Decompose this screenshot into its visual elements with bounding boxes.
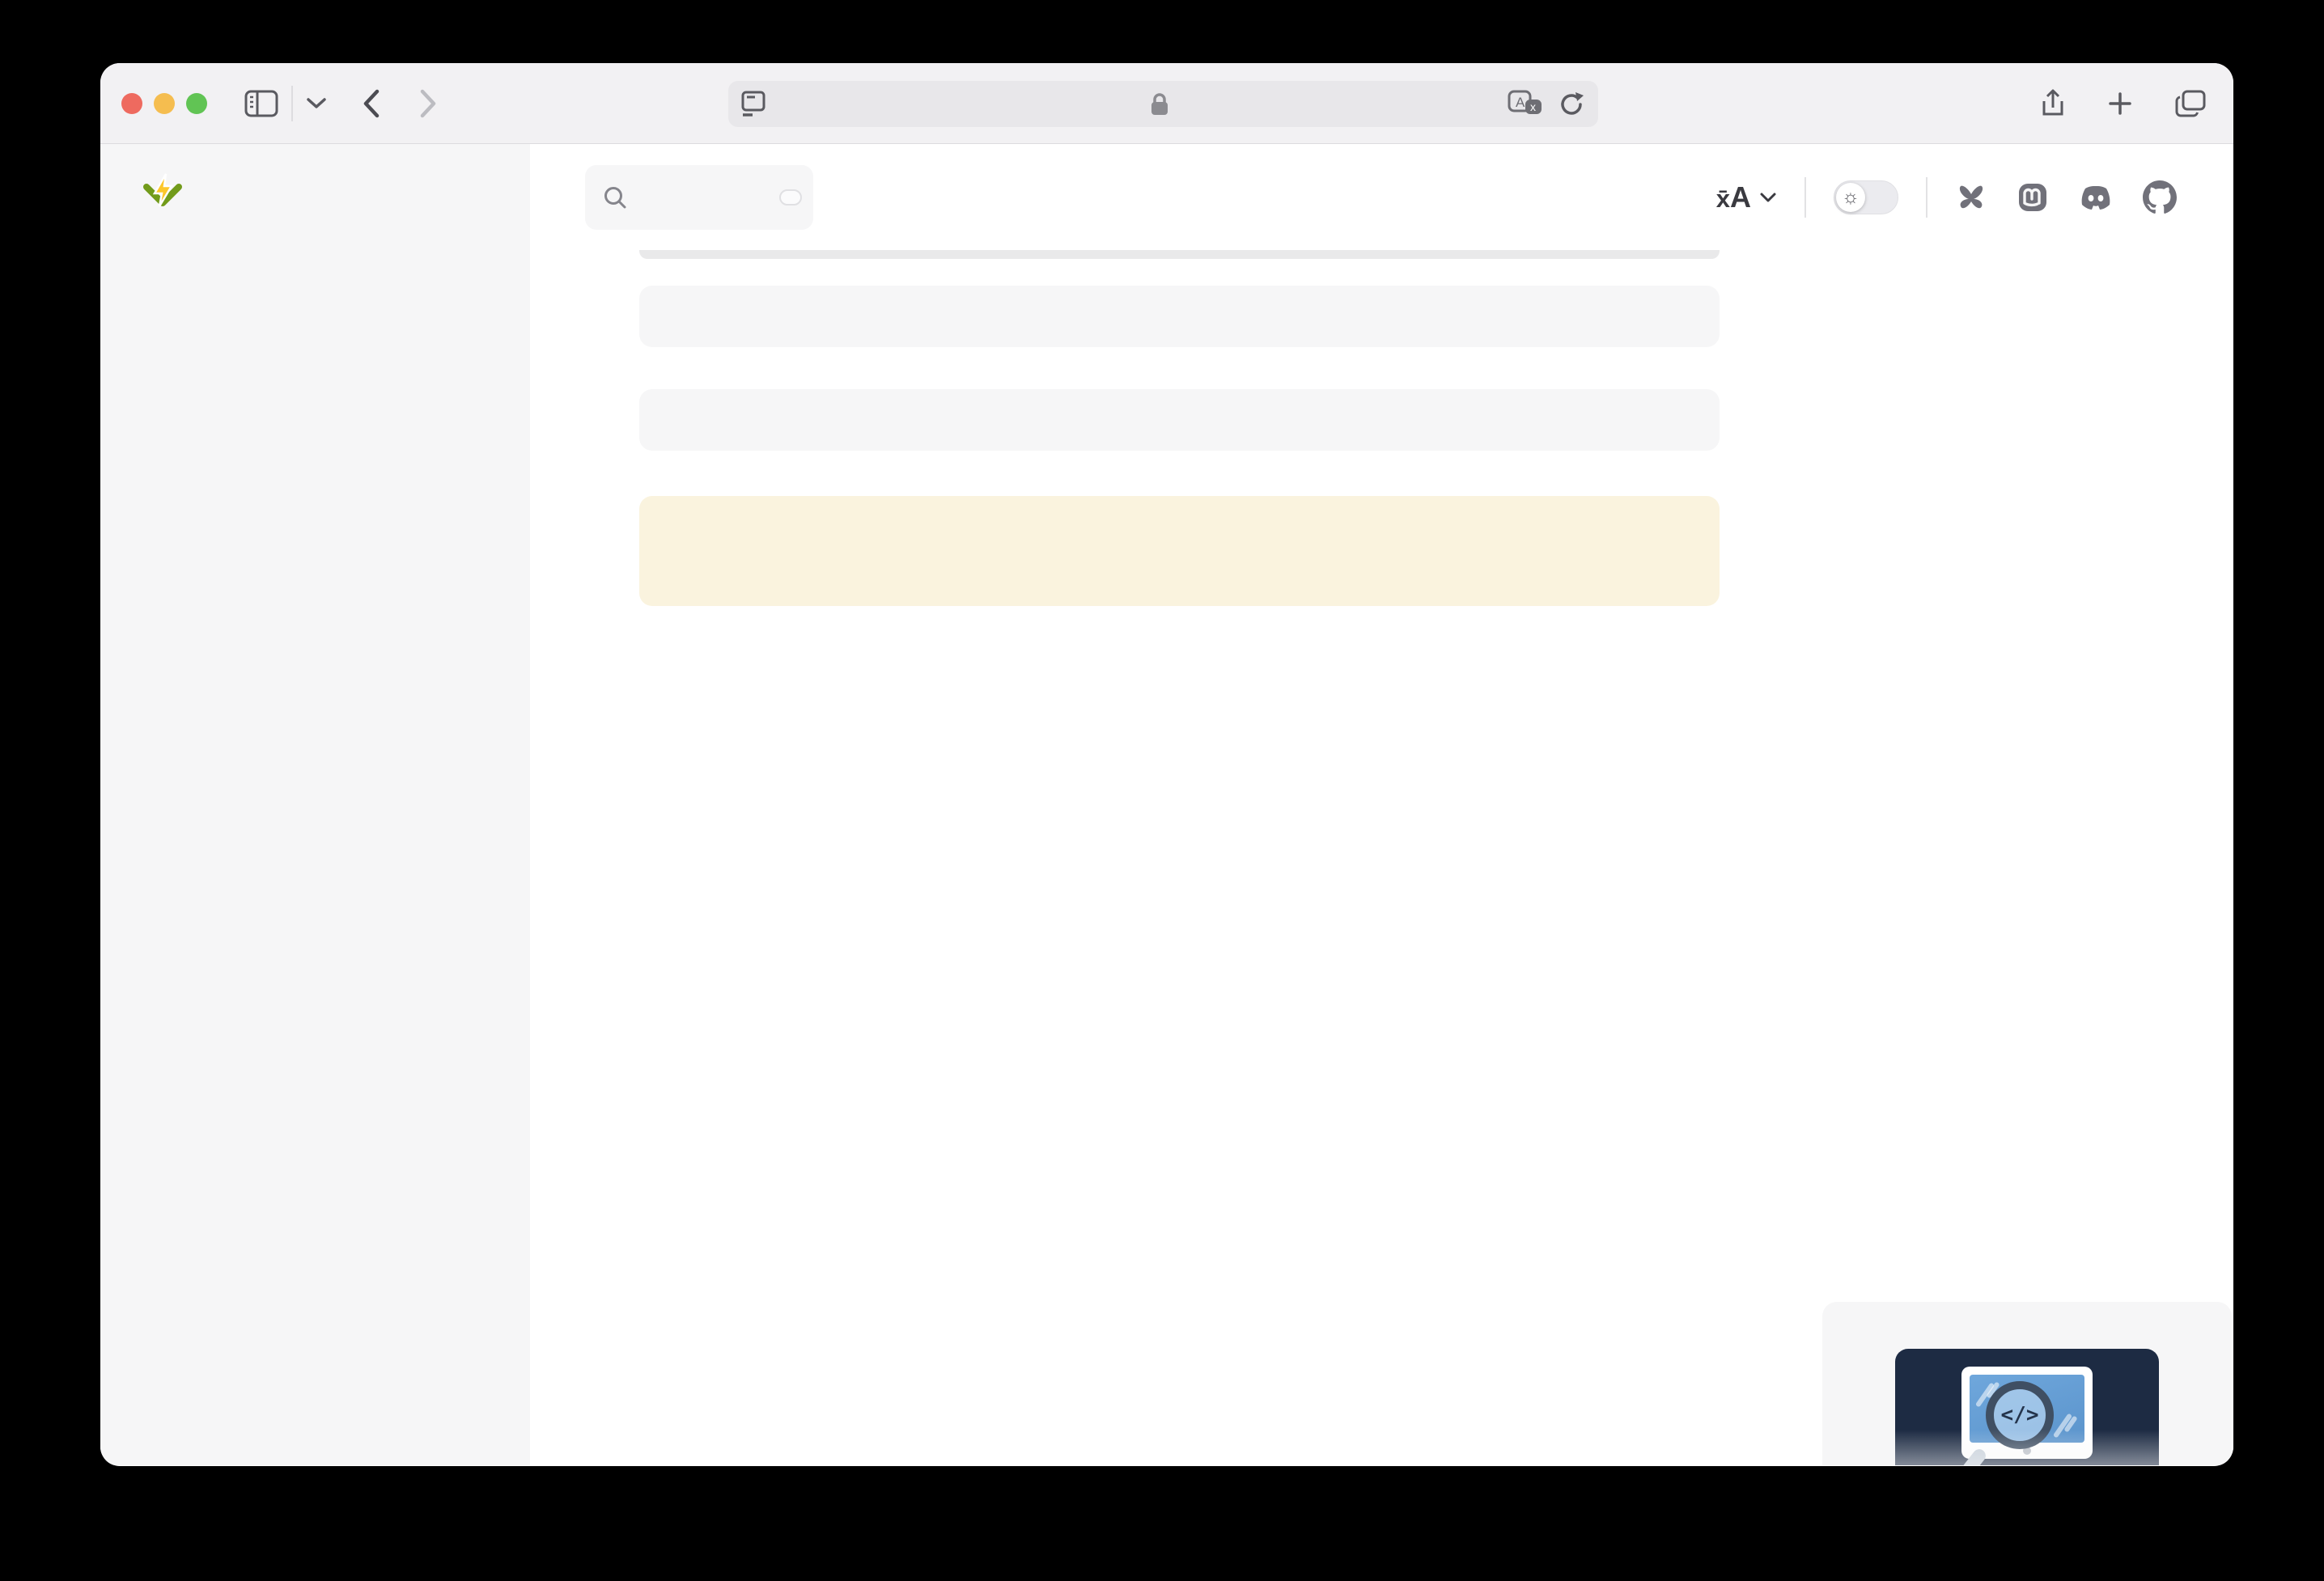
sun-icon: ☼ bbox=[1836, 183, 1865, 212]
doc-content: </> bbox=[530, 250, 2233, 1465]
code-block-example bbox=[639, 389, 1720, 451]
reload-icon[interactable] bbox=[1558, 91, 1585, 118]
code-block-signature bbox=[639, 286, 1720, 347]
minimize-window-button[interactable] bbox=[154, 93, 175, 114]
back-button[interactable] bbox=[363, 89, 380, 118]
close-window-button[interactable] bbox=[121, 93, 142, 114]
on-this-page bbox=[1821, 250, 2233, 341]
translate-icon[interactable]: Ax bbox=[1508, 90, 1543, 119]
zoom-window-button[interactable] bbox=[186, 93, 207, 114]
tabs-overview-icon[interactable] bbox=[2175, 90, 2206, 117]
bluesky-icon[interactable] bbox=[1955, 182, 1987, 213]
lock-icon bbox=[1150, 92, 1169, 117]
new-tab-icon[interactable] bbox=[2107, 91, 2133, 117]
titlebar-divider bbox=[291, 86, 293, 121]
svg-text:A: A bbox=[1516, 95, 1525, 110]
theme-toggle[interactable]: ☼ bbox=[1834, 180, 1898, 214]
search-button[interactable] bbox=[585, 165, 813, 230]
logo[interactable] bbox=[100, 144, 530, 239]
forward-button[interactable] bbox=[419, 89, 437, 118]
mastodon-icon[interactable] bbox=[2017, 181, 2049, 214]
sponsor-card[interactable]: </> bbox=[1822, 1302, 2232, 1465]
navbar: x̄A ☼ bbox=[530, 144, 2233, 250]
search-kbd bbox=[779, 189, 802, 206]
chevron-down-icon[interactable] bbox=[306, 97, 327, 110]
url-bar[interactable]: Ax bbox=[728, 81, 1598, 127]
social-links bbox=[1955, 180, 2177, 214]
browser-window: Ax bbox=[100, 63, 2233, 1466]
sidebar bbox=[100, 144, 530, 1465]
search-icon bbox=[603, 185, 627, 210]
traffic-lights bbox=[100, 93, 207, 114]
translate-language-icon: x̄A bbox=[1716, 180, 1751, 214]
warning-callout bbox=[639, 496, 1720, 606]
github-icon[interactable] bbox=[2143, 180, 2177, 214]
svg-text:x: x bbox=[1530, 100, 1536, 113]
chevron-down-icon bbox=[1759, 192, 1777, 203]
discord-icon[interactable] bbox=[2078, 183, 2114, 212]
navbar-divider bbox=[1926, 177, 1927, 218]
code-search-monitor-illustration: </> bbox=[1895, 1349, 2159, 1465]
vitest-logo-icon bbox=[142, 171, 184, 213]
language-button[interactable]: x̄A bbox=[1716, 180, 1777, 214]
sidebar-toggle-icon[interactable] bbox=[244, 90, 278, 117]
titlebar: Ax bbox=[100, 63, 2233, 144]
share-icon[interactable] bbox=[2041, 88, 2065, 119]
navbar-divider bbox=[1804, 177, 1806, 218]
